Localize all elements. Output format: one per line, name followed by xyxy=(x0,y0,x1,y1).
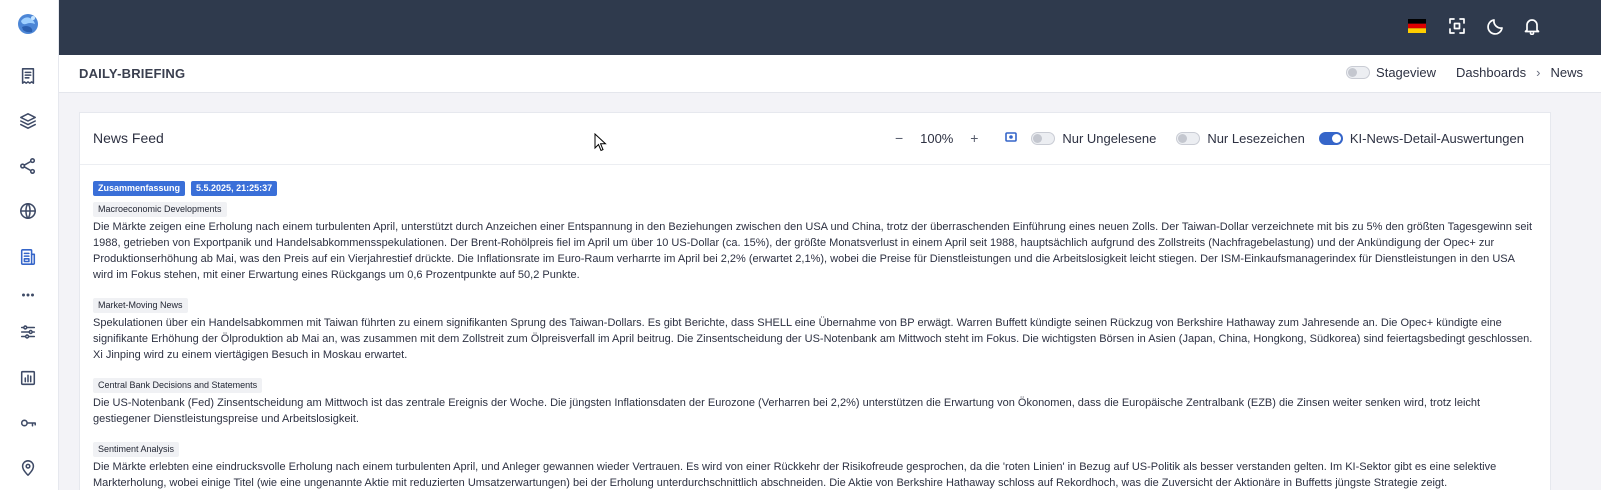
section-macroeconomic: Macroeconomic Developments Die Märkte ze… xyxy=(93,199,1537,283)
zoom-in-button[interactable]: + xyxy=(967,130,981,146)
sidebar-item-briefing[interactable] xyxy=(18,66,38,86)
section-tag: Market-Moving News xyxy=(93,298,188,313)
more-dots-icon xyxy=(22,293,34,297)
breadcrumb-dashboards[interactable]: Dashboards xyxy=(1456,65,1526,80)
newspaper-icon xyxy=(20,249,36,265)
mouse-cursor-icon xyxy=(594,133,607,152)
zoom-reset-button[interactable] xyxy=(1005,131,1018,146)
bell-icon xyxy=(1524,19,1540,35)
summary-badge: Zusammenfassung xyxy=(93,181,186,196)
card-header: News Feed − 100% + Nur Ungelesene Nur Le… xyxy=(80,113,1550,165)
sidebar-item-news[interactable] xyxy=(18,247,38,267)
sidebar-item-globe[interactable] xyxy=(18,201,38,221)
fullscreen-icon xyxy=(1449,18,1465,34)
fullscreen-button[interactable] xyxy=(1446,15,1468,37)
sliders-icon xyxy=(20,325,36,339)
card-title: News Feed xyxy=(93,130,164,146)
stageview-toggle[interactable] xyxy=(1346,66,1371,79)
notifications-button[interactable] xyxy=(1521,15,1543,37)
sidebar xyxy=(0,0,59,490)
news-entry: Zusammenfassung 5.5.2025, 21:25:37 Macro… xyxy=(93,181,1537,490)
app-logo[interactable] xyxy=(16,12,40,36)
moon-icon xyxy=(1487,19,1503,35)
unread-only-toggle[interactable] xyxy=(1031,131,1056,145)
section-tag: Macroeconomic Developments xyxy=(93,202,227,217)
bookmarks-only-label: Nur Lesezeichen xyxy=(1207,130,1305,146)
map-pin-icon xyxy=(21,460,35,476)
key-icon xyxy=(20,419,36,427)
bookmarks-only-toggle[interactable] xyxy=(1176,131,1201,145)
nodes-icon xyxy=(20,158,36,174)
section-tag: Sentiment Analysis xyxy=(93,442,180,457)
ai-details-toggle[interactable] xyxy=(1318,131,1343,145)
zoom-out-button[interactable]: − xyxy=(892,130,906,146)
globe-icon xyxy=(20,203,36,219)
page-header: DAILY-BRIEFING Stageview Dashboards › Ne… xyxy=(59,55,1601,93)
receipt-icon xyxy=(21,68,35,84)
timestamp-badge: 5.5.2025, 21:25:37 xyxy=(191,181,278,196)
layers-icon xyxy=(20,113,36,129)
unread-only-label: Nur Ungelesene xyxy=(1062,130,1157,146)
chevron-right-icon: › xyxy=(1536,65,1541,80)
german-flag-icon xyxy=(1408,19,1426,33)
breadcrumb-news: News xyxy=(1550,65,1583,80)
news-feed-card: News Feed − 100% + Nur Ungelesene Nur Le… xyxy=(79,112,1551,490)
zoom-level: 100% xyxy=(920,130,954,146)
entry-badges: Zusammenfassung 5.5.2025, 21:25:37 xyxy=(93,181,1537,196)
section-text: Die US-Notenbank (Fed) Zinsentscheidung … xyxy=(93,397,1481,425)
sidebar-item-location[interactable] xyxy=(18,458,38,478)
section-sentiment: Sentiment Analysis Die Märkte erlebten e… xyxy=(93,439,1537,490)
section-central-bank: Central Bank Decisions and Statements Di… xyxy=(93,375,1537,427)
breadcrumb: Stageview Dashboards › News xyxy=(1346,65,1583,80)
stageview-label: Stageview xyxy=(1376,65,1437,80)
sidebar-item-layers[interactable] xyxy=(18,111,38,131)
page-title: DAILY-BRIEFING xyxy=(79,66,186,81)
sidebar-item-filters[interactable] xyxy=(18,322,38,342)
section-market-moving: Market-Moving News Spekulationen über ei… xyxy=(93,295,1537,363)
ai-details-label: KI-News-Detail-Auswertungen xyxy=(1349,130,1524,146)
sidebar-item-graph[interactable] xyxy=(18,156,38,176)
sidebar-item-more[interactable] xyxy=(18,285,38,305)
bar-chart-icon xyxy=(20,370,36,386)
feed-controls: − 100% + Nur Ungelesene Nur Lesezeichen … xyxy=(892,130,1524,146)
sidebar-item-charts[interactable] xyxy=(18,368,38,388)
section-tag: Central Bank Decisions and Statements xyxy=(93,378,263,393)
top-bar xyxy=(59,0,1601,55)
language-flag-button[interactable] xyxy=(1406,15,1428,37)
fit-screen-icon xyxy=(1005,131,1018,142)
section-text: Spekulationen über ein Handelsabkommen m… xyxy=(93,317,1533,361)
section-text: Die Märkte zeigen eine Erholung nach ein… xyxy=(93,221,1533,281)
dark-mode-button[interactable] xyxy=(1485,15,1507,37)
section-text: Die Märkte erlebten eine eindrucksvolle … xyxy=(93,461,1497,489)
sidebar-item-keys[interactable] xyxy=(18,413,38,433)
